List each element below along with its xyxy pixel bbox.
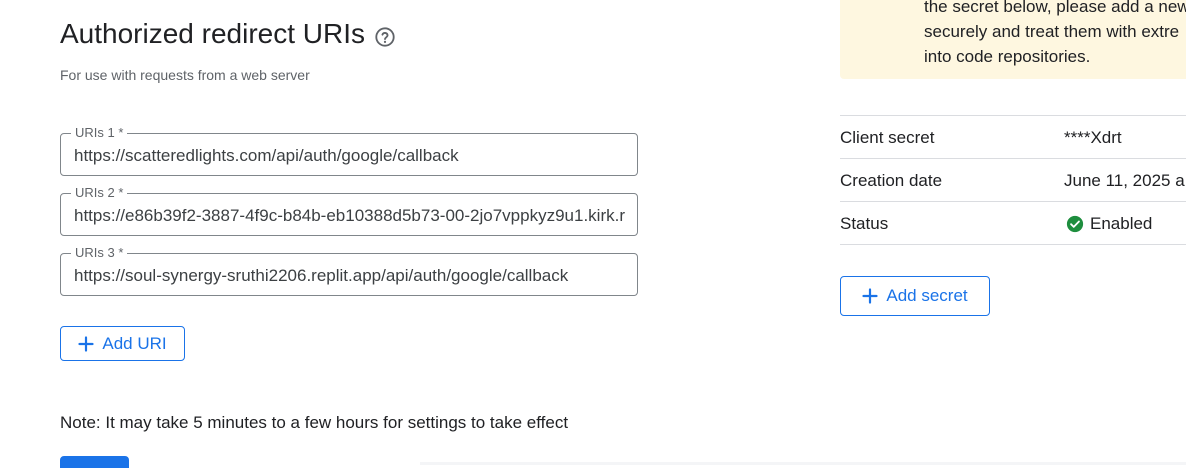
plus-icon bbox=[862, 288, 878, 304]
page-title: Authorized redirect URIs bbox=[60, 18, 366, 49]
uri-field-3[interactable]: URIs 3 * https://soul-synergy-sruthi2206… bbox=[60, 245, 638, 296]
add-uri-label: Add URI bbox=[102, 333, 167, 353]
client-secret-row: Client secret ****Xdrt bbox=[840, 115, 1186, 159]
status-value: Enabled bbox=[1090, 214, 1153, 233]
uri-field-label: URIs 1 * bbox=[71, 125, 128, 141]
uri-input-value[interactable]: https://soul-synergy-sruthi2206.replit.a… bbox=[74, 266, 625, 286]
creation-date-label: Creation date bbox=[840, 171, 943, 190]
check-circle-icon bbox=[1066, 215, 1084, 233]
settings-note: Note: It may take 5 minutes to a few hou… bbox=[60, 413, 569, 432]
status-row: Status Enabled bbox=[840, 201, 1186, 245]
add-uri-button[interactable]: Add URI bbox=[60, 326, 185, 361]
add-secret-button[interactable]: Add secret bbox=[840, 276, 990, 316]
help-circle-icon[interactable] bbox=[374, 26, 396, 48]
uri-field-label: URIs 3 * bbox=[71, 245, 128, 261]
secret-warning-banner: the secret below, please add a new secur… bbox=[840, 0, 1186, 79]
client-secret-value: ****Xdrt bbox=[1064, 128, 1122, 147]
warning-text: the secret below, please add a new secur… bbox=[924, 0, 1186, 66]
uri-input-value[interactable]: https://e86b39f2-3887-4f9c-b84b-eb10388d… bbox=[74, 206, 625, 226]
save-button[interactable] bbox=[60, 456, 129, 468]
plus-icon bbox=[78, 335, 94, 352]
add-secret-label: Add secret bbox=[886, 286, 968, 305]
section-subtitle: For use with requests from a web server bbox=[60, 67, 310, 83]
uri-input-value[interactable]: https://scatteredlights.com/api/auth/goo… bbox=[74, 146, 625, 166]
uri-field-label: URIs 2 * bbox=[71, 185, 128, 201]
uri-field-1[interactable]: URIs 1 * https://scatteredlights.com/api… bbox=[60, 125, 638, 176]
creation-date-value: June 11, 2025 a bbox=[1064, 171, 1185, 190]
creation-date-row: Creation date June 11, 2025 a bbox=[840, 158, 1186, 202]
divider bbox=[840, 244, 1186, 245]
uri-field-2[interactable]: URIs 2 * https://e86b39f2-3887-4f9c-b84b… bbox=[60, 185, 638, 236]
status-label: Status bbox=[840, 214, 889, 233]
client-secret-label: Client secret bbox=[840, 128, 935, 147]
